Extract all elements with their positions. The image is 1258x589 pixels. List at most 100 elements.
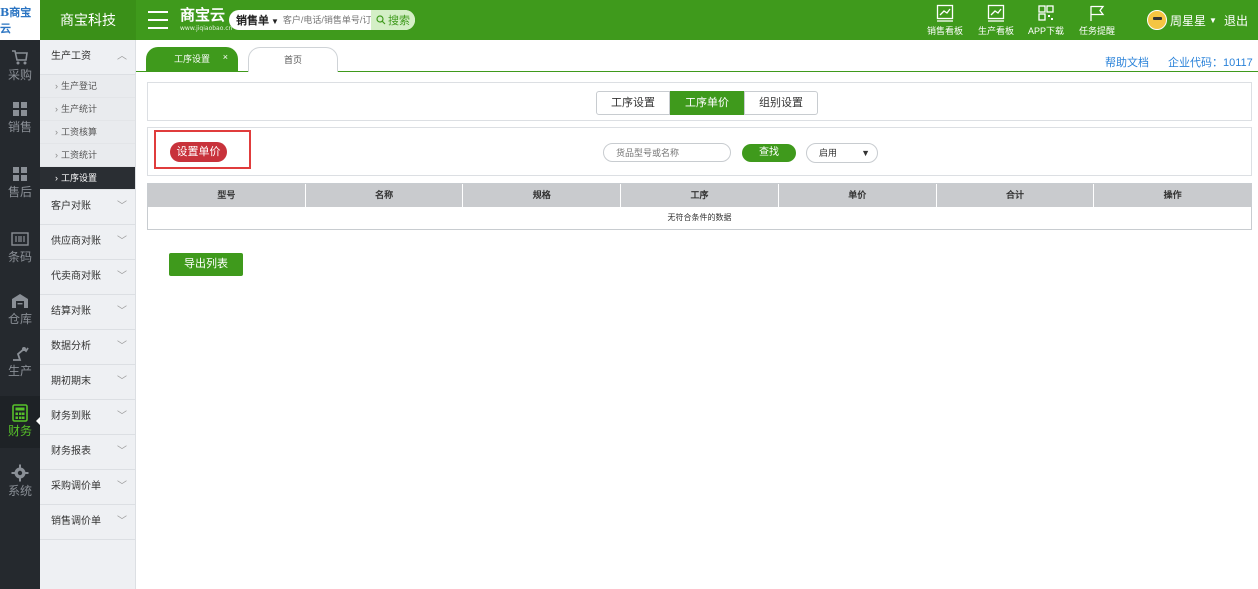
brand: 商宝云 www.jiqiaobao.cn — [180, 7, 232, 32]
sidebar-group-label: 销售调价单 — [51, 516, 101, 527]
logout-link[interactable]: 退出 — [1224, 12, 1248, 29]
sidebar-group-production-wages[interactable]: 生产工资 ︿ — [40, 40, 135, 75]
chevron-down-icon: ﹀ — [117, 516, 127, 527]
column-header[interactable]: 规格 — [463, 184, 622, 207]
export-list-button[interactable]: 导出列表 — [169, 253, 243, 276]
company-name: 商宝科技 — [40, 0, 136, 40]
segment-group-settings[interactable]: 组别设置 — [744, 91, 818, 115]
sidebar-group-purchase-price-adjust[interactable]: 采购调价单 ﹀ — [40, 470, 135, 505]
app-logo[interactable]: B商宝云 — [0, 0, 40, 40]
global-search-button[interactable]: 搜索 — [371, 10, 415, 30]
sidebar-group-agent-reconcile[interactable]: 代卖商对账 ﹀ — [40, 260, 135, 295]
user-menu[interactable]: 周星星 ▼ 退出 — [1147, 9, 1248, 31]
caret-down-icon: ▼ — [861, 148, 870, 158]
status-select[interactable]: 启用 ▼ — [806, 143, 878, 163]
sidebar-group-settlement[interactable]: 结算对账 ﹀ — [40, 295, 135, 330]
rail-item-purchase[interactable]: 采购 — [0, 40, 40, 92]
sales-icon — [13, 102, 27, 116]
sidebar-item-production-stats[interactable]: › 生产统计 — [40, 98, 135, 121]
calculator-icon — [12, 404, 28, 422]
sidebar-group-label: 财务到账 — [51, 411, 91, 422]
sidebar-item-label: 工序设置 — [61, 173, 98, 183]
sidebar-group-label: 客户对账 — [51, 201, 91, 212]
tab-home[interactable]: 首页 — [248, 47, 338, 72]
rail-label: 仓库 — [7, 312, 32, 326]
table-header: 型号 名称 规格 工序 单价 合计 操作 — [148, 184, 1251, 207]
rail-label: 财务 — [7, 424, 32, 438]
sidebar-group-sales-price-adjust[interactable]: 销售调价单 ﹀ — [40, 505, 135, 540]
price-table: 型号 名称 规格 工序 单价 合计 操作 无符合条件的数据 — [147, 183, 1252, 230]
segment-process-settings[interactable]: 工序设置 — [596, 91, 670, 115]
production-icon — [13, 347, 29, 361]
tab-process-settings[interactable]: 工序设置 × — [146, 47, 238, 72]
rail-item-system[interactable]: 系统 — [0, 456, 40, 508]
chevron-down-icon: ﹀ — [117, 446, 127, 457]
chevron-down-icon: ﹀ — [117, 236, 127, 247]
rail-item-barcode[interactable]: 条码 — [0, 222, 40, 274]
set-price-button[interactable]: 设置单价 — [170, 142, 227, 162]
sidebar-group-label: 生产工资 — [51, 51, 91, 62]
view-switcher: 工序设置 工序单价 组别设置 — [596, 91, 818, 115]
rail-item-production[interactable]: 生产 — [0, 336, 40, 388]
user-name: 周星星 — [1170, 13, 1207, 28]
rail-label: 条码 — [7, 250, 32, 264]
sales-board-button[interactable]: 销售看板 — [923, 0, 967, 40]
sidebar-item-wage-stats[interactable]: › 工资统计 — [40, 144, 135, 167]
logo-text: B商宝云 — [0, 6, 32, 35]
chevron-down-icon: ﹀ — [117, 271, 127, 282]
sidebar-item-process-settings[interactable]: › 工序设置 — [40, 167, 135, 190]
cart-icon — [12, 50, 28, 65]
sidebar-item-production-register[interactable]: › 生产登记 — [40, 75, 135, 98]
production-board-button[interactable]: 生产看板 — [974, 0, 1018, 40]
rail-item-sales[interactable]: 销售 — [0, 92, 40, 144]
warehouse-icon — [12, 294, 28, 308]
status-value: 启用 — [819, 148, 838, 158]
column-header[interactable]: 工序 — [621, 184, 779, 207]
segment-panel: 工序设置 工序单价 组别设置 — [147, 82, 1252, 121]
rail-label: 系统 — [7, 484, 32, 498]
search-type-label: 销售单 — [236, 15, 269, 27]
rail-item-warehouse[interactable]: 仓库 — [0, 284, 40, 336]
segment-process-price[interactable]: 工序单价 — [670, 91, 744, 115]
column-header[interactable]: 操作 — [1094, 184, 1251, 207]
sidebar-group-period[interactable]: 期初期末 ﹀ — [40, 365, 135, 400]
search-type-select[interactable]: 销售单 ▼ — [229, 12, 279, 28]
chevron-down-icon: ﹀ — [117, 411, 127, 422]
sidebar-group-supplier-reconcile[interactable]: 供应商对账 ﹀ — [40, 225, 135, 260]
rail-item-finance[interactable]: 财务 — [0, 396, 41, 448]
sidebar-group-label: 期初期末 — [51, 376, 91, 387]
product-search-input[interactable] — [603, 143, 731, 162]
sidebar-group-data-analysis[interactable]: 数据分析 ﹀ — [40, 330, 135, 365]
gear-icon — [11, 464, 29, 482]
help-docs-link[interactable]: 帮助文档 — [1105, 54, 1149, 70]
sidebar-group-finance-report[interactable]: 财务报表 ﹀ — [40, 435, 135, 470]
chevron-down-icon: ﹀ — [117, 306, 127, 317]
corp-code: 企业代码：10117 — [1168, 57, 1253, 69]
sidebar-group-label: 结算对账 — [51, 306, 91, 317]
caret-down-icon: ▼ — [1209, 15, 1217, 25]
task-reminder-button[interactable]: 任务提醒 — [1075, 0, 1119, 40]
app-download-button[interactable]: APP下载 — [1024, 0, 1068, 40]
flag-icon — [1090, 5, 1105, 21]
module-rail: 采购 销售 售后 条码 仓库 生产 财务 系统 — [0, 40, 41, 589]
empty-message: 无符合条件的数据 — [148, 207, 1251, 229]
hamburger-menu-icon[interactable] — [148, 11, 168, 29]
sidebar-item-wage-accounting[interactable]: › 工资核算 — [40, 121, 135, 144]
chart-board-icon — [936, 4, 954, 22]
column-header[interactable]: 型号 — [148, 184, 306, 207]
avatar — [1147, 10, 1167, 30]
sidebar-item-label: 工资统计 — [61, 150, 98, 160]
sidebar-group-customer-reconcile[interactable]: 客户对账 ﹀ — [40, 190, 135, 225]
column-header[interactable]: 单价 — [779, 184, 937, 207]
find-button[interactable]: 查找 — [742, 144, 796, 162]
tab-label: 工序设置 — [173, 54, 210, 64]
sidebar-item-label: 生产登记 — [61, 81, 98, 91]
rail-label: 销售 — [7, 120, 32, 134]
sidebar-group-label: 采购调价单 — [51, 481, 101, 492]
rail-item-aftersale[interactable]: 售后 — [0, 157, 40, 209]
column-header[interactable]: 名称 — [306, 184, 464, 207]
sidebar-group-finance-arrival[interactable]: 财务到账 ﹀ — [40, 400, 135, 435]
close-icon[interactable]: × — [223, 45, 228, 70]
finance-sidebar: 生产工资 ︿ › 生产登记 › 生产统计 › 工资核算 › 工资统计 › 工序设置 客户对账… — [40, 40, 136, 589]
column-header[interactable]: 合计 — [937, 184, 1095, 207]
